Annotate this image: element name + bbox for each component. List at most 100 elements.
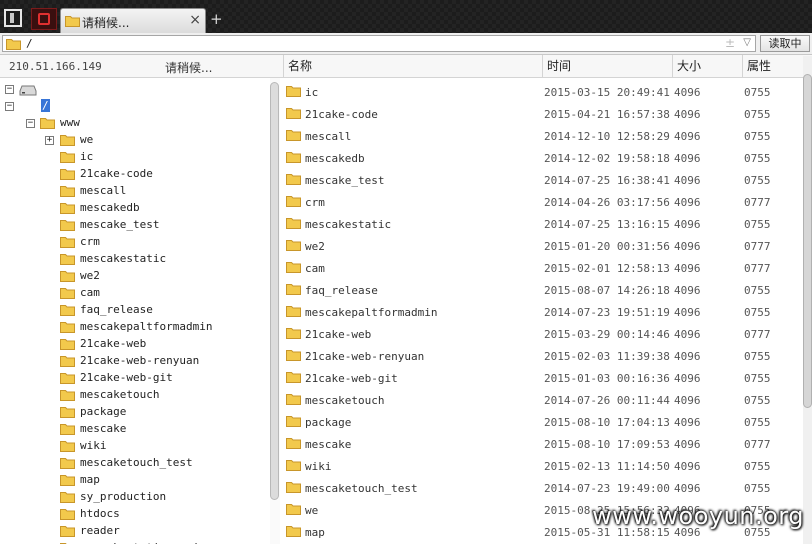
path-value: / [26, 37, 33, 50]
new-tab-button[interactable]: + [210, 10, 223, 28]
tree-node[interactable]: htdocs [0, 506, 268, 523]
expand-icon[interactable]: + [45, 136, 54, 145]
file-row[interactable]: 21cake-code 2015-04-21 16:57:38 4096 0755 [280, 102, 802, 124]
tree-node-label: ic [80, 150, 94, 163]
tree-node-label: faq_release [80, 303, 153, 316]
tree-node[interactable]: package [0, 404, 268, 421]
folder-icon [6, 39, 21, 50]
scrollbar-thumb[interactable] [803, 74, 812, 408]
tree-node[interactable]: 21cake-web [0, 336, 268, 353]
column-size[interactable]: 大小 [672, 55, 742, 77]
folder-icon [60, 424, 75, 435]
collapse-icon[interactable]: − [5, 102, 14, 111]
dropdown-arrow-icon[interactable]: ▽ [743, 37, 751, 48]
file-row[interactable]: mescake 2015-08-10 17:09:53 4096 0777 [280, 432, 802, 454]
collapse-icon[interactable]: − [5, 85, 14, 94]
folder-icon [60, 492, 75, 503]
file-attr: 0755 [744, 394, 771, 407]
tree-node[interactable]: mescall [0, 183, 268, 200]
tree-node[interactable]: map [0, 472, 268, 489]
file-row[interactable]: ic 2015-03-15 20:49:41 4096 0755 [280, 80, 802, 102]
collapse-icon[interactable]: − [26, 119, 35, 128]
column-attr[interactable]: 属性 [742, 55, 803, 77]
tree-node[interactable]: crm [0, 234, 268, 251]
file-name: package [305, 416, 352, 429]
tree-node[interactable]: + we [0, 132, 268, 149]
file-row[interactable]: 21cake-web 2015-03-29 00:14:46 4096 0777 [280, 322, 802, 344]
folder-icon [60, 441, 75, 452]
file-row[interactable]: mescaketouch_test 2014-07-23 19:49:00 4096… [280, 476, 802, 498]
folder-icon [286, 482, 301, 493]
tree-node-label: we [80, 133, 94, 146]
read-button[interactable]: 读取中 [760, 35, 810, 52]
file-row[interactable]: 21cake-web-renyuan 2015-02-03 11:39:38 409… [280, 344, 802, 366]
column-name[interactable]: 名称 [283, 55, 542, 77]
file-row[interactable]: mescakepaltformadmin 2014-07-23 19:51:19 4… [280, 300, 802, 322]
folder-icon [286, 196, 301, 207]
tree-node[interactable]: wiki [0, 438, 268, 455]
file-row[interactable]: wiki 2015-02-13 11:14:50 4096 0755 [280, 454, 802, 476]
file-row[interactable]: package 2015-08-10 17:04:13 4096 0755 [280, 410, 802, 432]
tree-node[interactable]: cam [0, 285, 268, 302]
tree-node-label: mescakedb [80, 201, 140, 214]
tree-node[interactable]: mescaketouch_test [0, 455, 268, 472]
column-time[interactable]: 时间 [542, 55, 672, 77]
tree-node[interactable]: mescakepaltformadmin [0, 319, 268, 336]
tree-node[interactable]: mescaketouch [0, 387, 268, 404]
folder-icon [60, 373, 75, 384]
tree-node[interactable]: mescakestatic [0, 251, 268, 268]
path-input[interactable]: / ± ▽ [2, 35, 756, 52]
file-row[interactable]: mescakedb 2014-12-02 19:58:18 4096 0755 [280, 146, 802, 168]
tree-node[interactable]: faq_release [0, 302, 268, 319]
file-row[interactable]: crm 2014-04-26 03:17:56 4096 0777 [280, 190, 802, 212]
tree-node[interactable]: − www [0, 115, 268, 132]
shell-tab-icon[interactable] [31, 8, 57, 30]
folder-icon [286, 240, 301, 251]
file-list-scrollbar[interactable] [803, 56, 812, 544]
tree-node[interactable]: 21cake-web-renyuan [0, 353, 268, 370]
tree-node[interactable]: mescakedb [0, 200, 268, 217]
file-row[interactable]: cam 2015-02-01 12:58:13 4096 0777 [280, 256, 802, 278]
tree-node[interactable]: reader [0, 523, 268, 540]
tree-node[interactable]: we2 [0, 268, 268, 285]
file-row[interactable]: mescake_test 2014-07-25 16:38:41 4096 0755 [280, 168, 802, 190]
history-toggle-icon[interactable]: ± [725, 36, 735, 50]
tree-node[interactable]: − / [0, 98, 268, 115]
tree-node[interactable]: − [0, 81, 268, 98]
tree-node[interactable]: ic [0, 149, 268, 166]
file-name: mescaketouch_test [305, 482, 418, 495]
app-menu-icon[interactable] [4, 9, 22, 27]
server-ip: 210.51.166.149 [9, 60, 102, 73]
tree-node[interactable]: sy_production [0, 489, 268, 506]
file-name: cam [305, 262, 325, 275]
tab-file-manager[interactable]: 请稍候... × [60, 8, 206, 33]
file-row[interactable]: mescall 2014-12-10 12:58:29 4096 0755 [280, 124, 802, 146]
folder-icon [286, 86, 301, 97]
file-row[interactable]: we2 2015-01-20 00:31:56 4096 0777 [280, 234, 802, 256]
file-time: 2015-02-01 12:58:13 [544, 262, 670, 275]
tab-close-button[interactable]: × [189, 12, 201, 28]
tree-node[interactable]: mescake [0, 421, 268, 438]
file-size: 4096 [674, 394, 701, 407]
tree-status: 请稍候... [165, 61, 213, 75]
file-time: 2014-12-10 12:58:29 [544, 130, 670, 143]
folder-icon [60, 254, 75, 265]
tree-node[interactable]: 21cake-code [0, 166, 268, 183]
file-row[interactable]: faq_release 2015-08-07 14:26:18 4096 0755 [280, 278, 802, 300]
tree-scrollbar[interactable] [270, 82, 279, 500]
tree-node[interactable]: 21cake-web-git [0, 370, 268, 387]
folder-icon [40, 118, 55, 129]
file-time: 2014-07-23 19:49:00 [544, 482, 670, 495]
file-attr: 0755 [744, 86, 771, 99]
file-row[interactable]: mescakestatic 2014-07-25 13:16:15 4096 0755 [280, 212, 802, 234]
drive-icon [19, 85, 37, 96]
file-name: mescake_test [305, 174, 385, 187]
folder-icon [286, 174, 301, 185]
file-row[interactable]: mescaketouch 2014-07-26 00:11:44 4096 0755 [280, 388, 802, 410]
folder-icon [60, 509, 75, 520]
tree-node[interactable]: mescake_test [0, 217, 268, 234]
folder-icon [286, 152, 301, 163]
file-row[interactable]: 21cake-web-git 2015-01-03 00:16:36 4096 075… [280, 366, 802, 388]
tree-node-label: mescakestatic [80, 252, 167, 265]
tree-node[interactable]: mescakestaticpreview [0, 540, 268, 544]
